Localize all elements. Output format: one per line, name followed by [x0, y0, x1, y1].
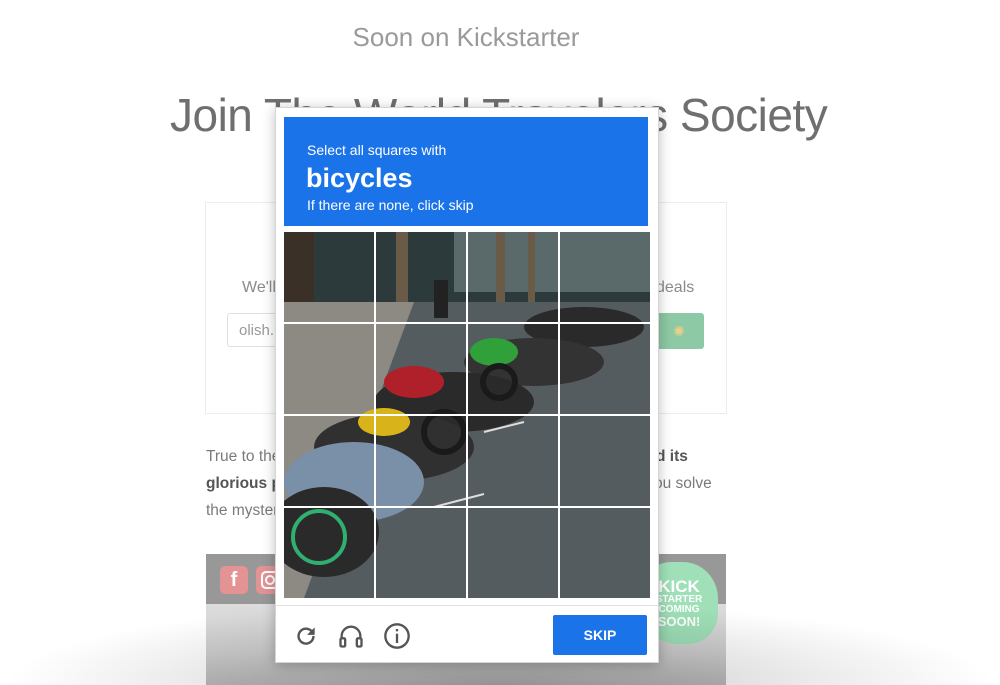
captcha-header: Select all squares with bicycles If ther… — [284, 117, 648, 226]
body-bold-text: d its — [656, 448, 688, 465]
captcha-tile[interactable] — [376, 508, 468, 598]
badge-line-4: SOON! — [657, 614, 701, 629]
captcha-dialog: Select all squares with bicycles If ther… — [275, 107, 659, 663]
captcha-tile[interactable] — [468, 324, 560, 416]
captcha-tile[interactable] — [468, 232, 560, 324]
captcha-tile[interactable] — [560, 508, 650, 598]
info-icon[interactable] — [382, 621, 412, 651]
captcha-tile[interactable] — [560, 232, 650, 324]
captcha-tile[interactable] — [284, 324, 376, 416]
skip-button[interactable]: SKIP — [553, 615, 647, 655]
captcha-target: bicycles — [306, 163, 413, 193]
captcha-image-grid — [284, 232, 650, 598]
captcha-tile[interactable] — [376, 324, 468, 416]
headphones-icon[interactable] — [336, 621, 366, 651]
signup-subtitle-left: We'll — [242, 279, 276, 296]
facebook-icon[interactable]: f — [220, 566, 248, 594]
captcha-tile[interactable] — [284, 508, 376, 598]
badge-line-1: KICK — [658, 577, 700, 596]
body-text-line2-right: ou solve — [654, 475, 712, 492]
captcha-instruction: Select all squares with — [307, 142, 447, 158]
reload-icon[interactable] — [291, 621, 321, 651]
captcha-tile[interactable] — [468, 416, 560, 508]
captcha-tile[interactable] — [376, 416, 468, 508]
captcha-tile[interactable] — [284, 232, 376, 324]
captcha-tile[interactable] — [284, 416, 376, 508]
captcha-footer-divider — [276, 605, 658, 606]
captcha-tile[interactable] — [560, 416, 650, 508]
captcha-tile[interactable] — [376, 232, 468, 324]
captcha-hint: If there are none, click skip — [307, 197, 474, 213]
captcha-tile[interactable] — [560, 324, 650, 416]
sun-icon: ✺ — [673, 322, 685, 339]
body-text-line1-right: d its — [656, 448, 688, 466]
body-text-line1-left: True to the — [206, 448, 281, 465]
captcha-tile[interactable] — [468, 508, 560, 598]
subscribe-button[interactable]: ✺ — [654, 313, 704, 349]
signup-subtitle-right: deals — [656, 279, 695, 296]
body-text-line3-left: the myster — [206, 502, 279, 519]
soon-on-kickstarter: Soon on Kickstarter — [352, 22, 580, 52]
